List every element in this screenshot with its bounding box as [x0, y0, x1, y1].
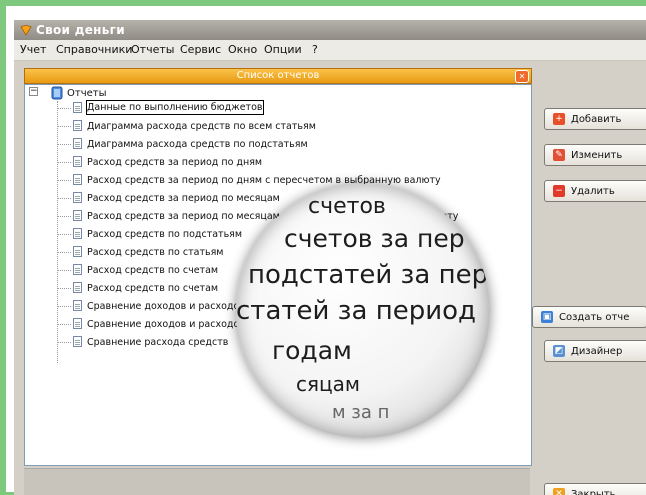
report-doc-icon [73, 282, 82, 293]
tree-root-label[interactable]: Отчеты [67, 87, 106, 100]
menu-item-reports[interactable]: Отчеты [131, 43, 174, 56]
title-bar: Свои деньги [14, 20, 646, 40]
add-report-button[interactable]: + Добавить [544, 108, 646, 130]
report-doc-icon [73, 174, 82, 185]
subwindow-title: Список отчетов [236, 70, 320, 81]
magnified-text: счетов за пер [284, 224, 465, 253]
app-logo-icon [20, 25, 32, 36]
magnified-text: сяцам [296, 372, 360, 396]
report-doc-icon [73, 336, 82, 347]
menu-bar: Учет Справочники Отчеты Сервис Окно Опци… [14, 40, 646, 61]
magnified-text: годам [272, 336, 352, 365]
menu-item-service[interactable]: Сервис [180, 43, 221, 56]
designer-icon: ◩ [553, 345, 565, 357]
subwindow-title-bar: Список отчетов ✕ [24, 68, 532, 84]
reports-root-icon [51, 86, 63, 100]
report-doc-icon [73, 120, 82, 131]
report-doc-icon [73, 138, 82, 149]
report-doc-icon [73, 228, 82, 239]
delete-report-button[interactable]: − Удалить [544, 180, 646, 202]
actions-panel: + Добавить ✎ Изменить − Удалить ▣ Создат… [532, 64, 646, 495]
edit-report-button[interactable]: ✎ Изменить [544, 144, 646, 166]
close-icon: ✕ [553, 488, 565, 495]
magnified-text: подстатей за пер [248, 260, 489, 290]
designer-button[interactable]: ◩ Дизайнер [544, 340, 646, 362]
report-doc-icon [73, 246, 82, 257]
menu-item-help[interactable]: ? [312, 43, 318, 56]
magnified-text: м за п [332, 402, 390, 423]
report-doc-icon [73, 102, 82, 113]
report-doc-icon [73, 156, 82, 167]
menu-item-accounting[interactable]: Учет [20, 43, 46, 56]
plus-icon: + [553, 113, 565, 125]
magnified-text: статей за период [236, 296, 476, 326]
minus-icon: − [553, 185, 565, 197]
magnifying-glass: счетов счетов за пер подстатей за пер ст… [236, 184, 490, 438]
close-button[interactable]: ✕ Закрыть [544, 483, 646, 495]
report-doc-icon [73, 264, 82, 275]
report-create-icon: ▣ [541, 311, 553, 323]
pencil-icon: ✎ [553, 149, 565, 161]
menu-item-references[interactable]: Справочники [56, 43, 132, 56]
window-title: Свои деньги [36, 23, 125, 37]
menu-item-options[interactable]: Опции [264, 43, 302, 56]
magnified-text: счетов [308, 194, 386, 219]
report-doc-icon [73, 192, 82, 203]
report-doc-icon [73, 210, 82, 221]
menu-item-window[interactable]: Окно [228, 43, 257, 56]
report-doc-icon [73, 300, 82, 311]
report-doc-icon [73, 318, 82, 329]
status-bar [24, 468, 530, 495]
collapse-toggle-icon[interactable]: − [29, 87, 38, 96]
create-report-button[interactable]: ▣ Создать отче [532, 306, 646, 328]
subwindow-close-button[interactable]: ✕ [515, 70, 529, 83]
